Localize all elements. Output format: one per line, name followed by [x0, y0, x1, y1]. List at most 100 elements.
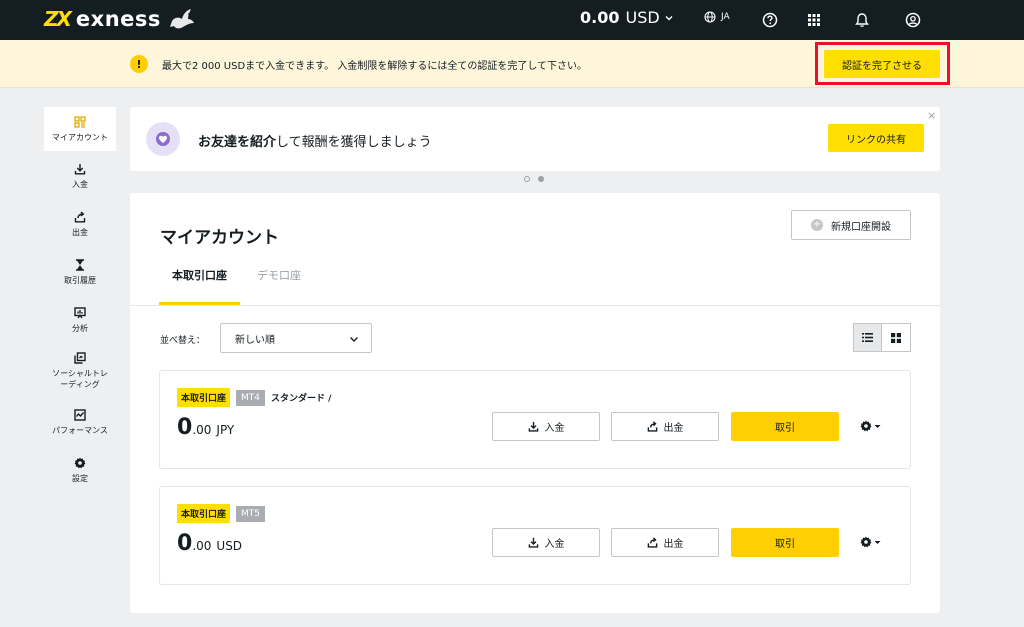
accounts-grid-icon — [74, 115, 86, 128]
analytics-icon — [74, 306, 86, 319]
account-balance: 0 .00 USD — [177, 531, 242, 556]
gear-icon — [860, 536, 872, 548]
account-balance: 0 .00 JPY — [177, 415, 234, 440]
sidebar-item-analytics[interactable]: 分析 — [44, 297, 116, 343]
withdraw-button[interactable]: 出金 — [611, 528, 719, 557]
close-icon[interactable]: × — [927, 109, 936, 122]
gear-icon — [860, 420, 872, 432]
withdraw-icon — [74, 210, 86, 223]
trade-button[interactable]: 取引 — [731, 528, 839, 557]
sidebar-item-withdraw[interactable]: 出金 — [44, 201, 116, 247]
account-type-badge: 本取引口座 — [177, 504, 231, 523]
gear-icon — [74, 457, 86, 469]
grid-view-icon[interactable] — [882, 323, 911, 352]
promo-text-rest: して報酬を獲得しましょう — [276, 135, 432, 150]
platform-badge: MT4 — [236, 389, 266, 406]
withdraw-icon — [647, 537, 657, 548]
warning-icon: ! — [130, 55, 148, 73]
logo-text: exness — [75, 7, 161, 31]
balance-integer: 0 — [177, 531, 193, 556]
bell-icon[interactable] — [852, 10, 872, 30]
account-card: 本取引口座 MT5 0 .00 USD 入金 出金 取引 — [159, 486, 911, 585]
sidebar-item-label-line1: ソーシャルトレ — [52, 369, 108, 378]
list-view-icon[interactable] — [853, 323, 882, 352]
sidebar-item-history[interactable]: 取引履歴 — [44, 249, 116, 295]
account-settings-menu[interactable] — [860, 536, 881, 548]
deposit-icon — [528, 421, 538, 432]
carousel-dots — [524, 176, 544, 182]
page-title: マイアカウント — [160, 228, 279, 248]
hourglass-icon — [75, 258, 85, 271]
platform-badge: MT5 — [236, 505, 266, 522]
account-card: 本取引口座 MT4 スタンダード / 0 .00 JPY 入金 出金 取引 — [159, 370, 911, 469]
tab-demo-account[interactable]: デモ口座 — [257, 267, 301, 283]
sidebar-item-my-account[interactable]: マイアカウント — [44, 107, 116, 151]
sidebar-item-label: マイアカウント — [52, 132, 108, 142]
open-new-account-button[interactable]: + 新規口座開設 — [791, 210, 911, 240]
balance-currency: USD — [625, 8, 660, 27]
caret-down-icon — [874, 424, 881, 428]
account-name: スタンダード / — [271, 394, 332, 404]
balance-decimal: .00 — [192, 423, 212, 437]
caret-down-icon — [874, 540, 881, 544]
referral-promo-banner: お友達を紹介して報酬を獲得しましょう リンクの共有 × — [130, 107, 940, 171]
share-link-button[interactable]: リンクの共有 — [828, 124, 924, 152]
sidebar-item-label: 入金 — [72, 179, 88, 189]
account-badges: 本取引口座 MT5 — [177, 504, 271, 523]
language-selector[interactable]: JA — [704, 11, 730, 23]
notice-text: 最大で2 000 USDまで入金できます。 入金制限を解除するには全ての認証を完… — [162, 61, 588, 72]
plus-icon: + — [811, 219, 823, 231]
open-new-account-label: 新規口座開設 — [831, 221, 891, 233]
top-navigation-bar: ZX exness 0.00 USD JA — [0, 0, 1024, 40]
carousel-dot-active[interactable] — [538, 176, 544, 182]
balance-decimal: .00 — [192, 539, 212, 553]
tab-real-account[interactable]: 本取引口座 — [159, 267, 240, 305]
sort-value: 新しい順 — [235, 334, 275, 346]
withdraw-label: 出金 — [663, 423, 684, 434]
account-tabs: 本取引口座 デモ口座 — [130, 253, 940, 306]
view-toggle — [853, 323, 911, 352]
sidebar-item-settings[interactable]: 設定 — [44, 447, 116, 493]
withdraw-icon — [647, 421, 657, 432]
deposit-label: 入金 — [544, 423, 565, 434]
carousel-dot[interactable] — [524, 176, 530, 182]
deposit-button[interactable]: 入金 — [492, 412, 600, 441]
performance-icon — [74, 408, 86, 421]
account-type-badge: 本取引口座 — [177, 388, 231, 407]
deposit-icon — [74, 163, 86, 175]
balance-currency: USD — [216, 539, 243, 553]
heart-badge-icon — [146, 122, 180, 156]
sidebar-item-deposit[interactable]: 入金 — [44, 153, 116, 199]
sidebar-item-social-trading[interactable]: ソーシャルトレ ーディング — [44, 345, 116, 397]
exness-logo[interactable]: ZX exness — [44, 6, 195, 32]
language-code: JA — [721, 12, 730, 22]
chevron-down-icon — [664, 13, 674, 23]
chevron-down-icon — [349, 334, 359, 344]
sort-label: 並べ替え： — [160, 336, 206, 346]
social-trading-icon — [74, 352, 86, 364]
sidebar-item-label: 取引履歴 — [64, 275, 96, 285]
sidebar-item-label: パフォーマンス — [52, 425, 108, 435]
complete-verification-button[interactable]: 認証を完了させる — [824, 50, 940, 78]
promo-text: お友達を紹介して報酬を獲得しましょう — [198, 131, 432, 150]
balance-integer: 0 — [177, 415, 193, 440]
account-settings-menu[interactable] — [860, 420, 881, 432]
sidebar: マイアカウント 入金 出金 取引履歴 分析 ソーシャルトレ ーディング パフォー… — [44, 107, 116, 495]
help-icon[interactable] — [760, 10, 780, 30]
sidebar-item-performance[interactable]: パフォーマンス — [44, 399, 116, 445]
globe-icon — [704, 11, 716, 23]
sort-select[interactable]: 新しい順 — [220, 323, 372, 353]
balance-currency: JPY — [216, 423, 235, 437]
withdraw-button[interactable]: 出金 — [611, 412, 719, 441]
apps-grid-icon[interactable] — [804, 10, 824, 30]
withdraw-label: 出金 — [663, 539, 684, 550]
sidebar-item-label: 設定 — [72, 473, 88, 483]
trade-button[interactable]: 取引 — [731, 412, 839, 441]
balance-dropdown[interactable]: 0.00 USD — [580, 8, 674, 27]
dove-icon — [169, 7, 195, 31]
promo-text-bold: お友達を紹介 — [198, 135, 277, 150]
deposit-label: 入金 — [544, 539, 565, 550]
deposit-button[interactable]: 入金 — [492, 528, 600, 557]
user-icon[interactable] — [903, 10, 923, 30]
my-account-panel: マイアカウント + 新規口座開設 本取引口座 デモ口座 並べ替え： 新しい順 本… — [130, 193, 940, 613]
